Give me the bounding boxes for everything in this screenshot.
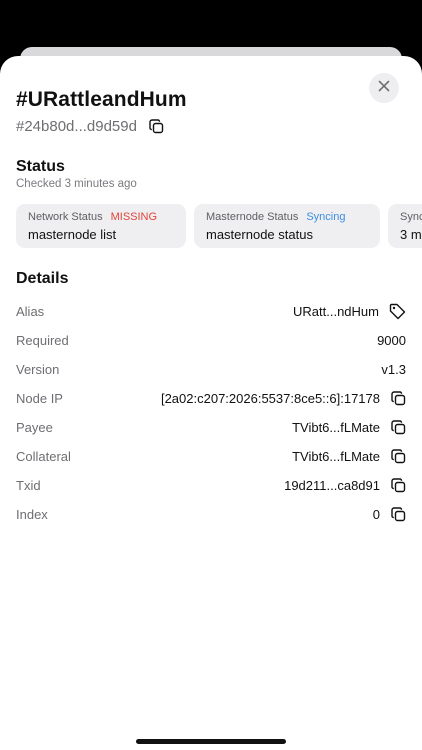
close-icon bbox=[378, 79, 390, 97]
status-heading: Status bbox=[16, 158, 65, 175]
masternode-status-card: Masternode Status Syncing masternode stat… bbox=[194, 204, 380, 248]
close-button[interactable] bbox=[369, 73, 399, 103]
copy-icon[interactable] bbox=[390, 477, 406, 493]
card-label: Network Status bbox=[28, 210, 103, 223]
home-indicator[interactable] bbox=[136, 739, 286, 744]
sync-status-card: Sync 3 m bbox=[388, 204, 422, 248]
detail-row-required: Required 9000 bbox=[16, 330, 406, 350]
detail-row-txid: Txid 19d211...ca8d91 bbox=[16, 475, 406, 495]
detail-value: 19d211...ca8d91 bbox=[284, 477, 380, 493]
detail-value: [2a02:c207:2026:5537:8ce5::6]:17178 bbox=[160, 390, 380, 406]
detail-label: Txid bbox=[16, 477, 41, 493]
copy-icon[interactable] bbox=[390, 390, 406, 406]
detail-label: Alias bbox=[16, 303, 45, 319]
page-title: #URattleandHum bbox=[16, 88, 187, 111]
detail-row-version: Version v1.3 bbox=[16, 359, 406, 379]
detail-row-node-ip: Node IP [2a02:c207:2026:5537:8ce5::6]:17… bbox=[16, 388, 406, 408]
network-status-card: Network Status MISSING masternode list bbox=[16, 204, 186, 248]
detail-row-index: Index 0 bbox=[16, 504, 406, 524]
detail-label: Collateral bbox=[16, 448, 71, 464]
hash-row: #24b80d...d9d59d bbox=[16, 118, 165, 135]
card-value: masternode list bbox=[28, 226, 117, 242]
detail-label: Node IP bbox=[16, 390, 63, 406]
status-cards[interactable]: Network Status MISSING masternode list Ma… bbox=[16, 204, 422, 248]
detail-label: Required bbox=[16, 332, 69, 348]
detail-value: v1.3 bbox=[381, 361, 406, 377]
node-hash: #24b80d...d9d59d bbox=[16, 118, 137, 135]
detail-row-collateral: Collateral TVibt6...fLMate bbox=[16, 446, 406, 466]
detail-row-alias: Alias URatt...ndHum bbox=[16, 301, 406, 321]
card-value: 3 m bbox=[400, 226, 422, 242]
copy-icon[interactable] bbox=[149, 119, 165, 135]
detail-value: 9000 bbox=[377, 332, 406, 348]
tag-icon[interactable] bbox=[389, 303, 406, 320]
masternode-detail-sheet: #URattleandHum #24b80d...d9d59d Status C… bbox=[0, 56, 422, 750]
card-value: masternode status bbox=[206, 226, 313, 242]
detail-value: TVibt6...fLMate bbox=[292, 448, 380, 464]
copy-icon[interactable] bbox=[390, 506, 406, 522]
card-label: Masternode Status bbox=[206, 210, 299, 223]
status-badge: Syncing bbox=[306, 210, 346, 223]
status-checked-time: Checked 3 minutes ago bbox=[16, 178, 137, 190]
detail-value: TVibt6...fLMate bbox=[292, 419, 380, 435]
detail-label: Version bbox=[16, 361, 60, 377]
copy-icon[interactable] bbox=[390, 448, 406, 464]
status-badge: MISSING bbox=[110, 210, 158, 223]
details-heading: Details bbox=[16, 270, 69, 287]
card-label: Sync bbox=[400, 210, 422, 223]
detail-label: Index bbox=[16, 506, 48, 522]
detail-value: 0 bbox=[372, 506, 380, 522]
detail-row-payee: Payee TVibt6...fLMate bbox=[16, 417, 406, 437]
detail-label: Payee bbox=[16, 419, 53, 435]
detail-value: URatt...ndHum bbox=[293, 303, 379, 319]
copy-icon[interactable] bbox=[390, 419, 406, 435]
